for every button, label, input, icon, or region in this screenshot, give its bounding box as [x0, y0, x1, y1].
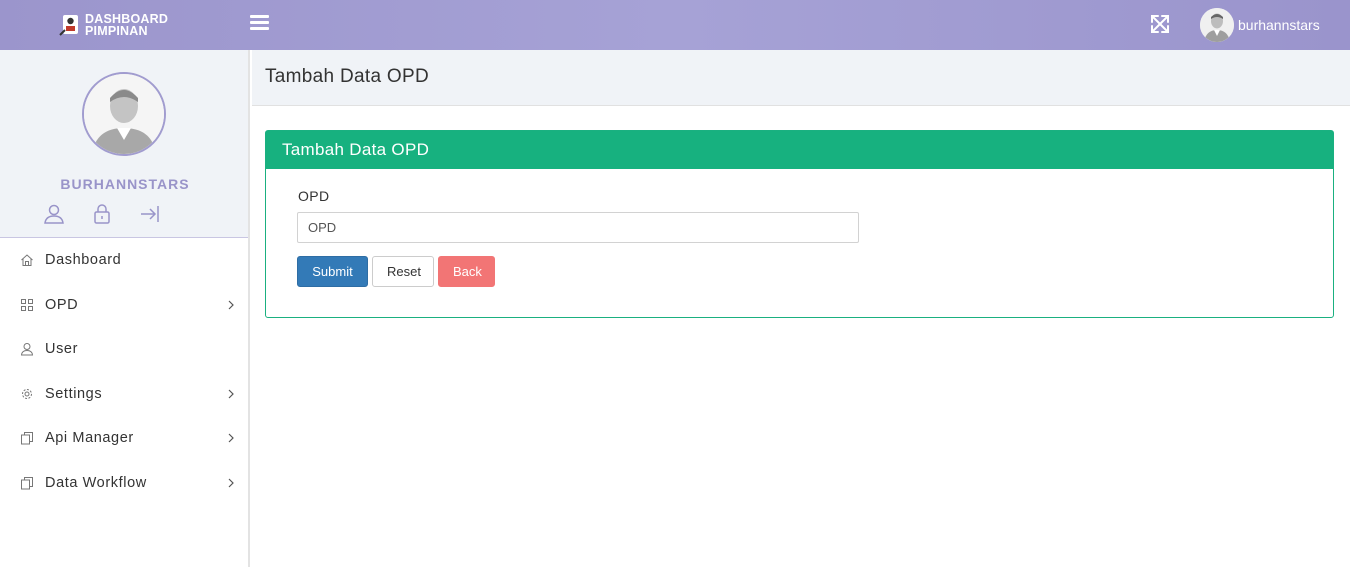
sidebar-item-label: Api Manager	[45, 430, 134, 447]
logo-badge-icon	[58, 13, 82, 37]
sidebar-item-label: Dashboard	[45, 252, 122, 269]
form-card: Tambah Data OPD OPD Submit Reset Back	[265, 130, 1334, 318]
sidebar-item-label: Settings	[45, 385, 103, 402]
lock-icon[interactable]	[90, 202, 114, 226]
app-logo[interactable]: DASHBOARD PIMPINAN	[58, 10, 168, 40]
logout-icon[interactable]	[138, 202, 162, 226]
opd-field-label: OPD	[298, 188, 330, 204]
sidebar-item-label: Data Workflow	[45, 474, 147, 491]
sidebar-item-label: User	[45, 341, 79, 358]
sidebar-item-user[interactable]: User	[0, 327, 248, 372]
sidebar-item-api-manager[interactable]: Api Manager	[0, 416, 248, 461]
reset-button[interactable]: Reset	[372, 256, 434, 287]
sidebar-item-dashboard[interactable]: Dashboard	[0, 238, 248, 283]
top-navbar: DASHBOARD PIMPINAN burhannstars	[0, 0, 1350, 50]
chevron-right-icon	[228, 389, 234, 398]
sidebar-item-settings[interactable]: Settings	[0, 372, 248, 417]
sidebar-menu: Dashboard OPD User Settings Api Manager …	[0, 238, 248, 505]
profile-name: BURHANNSTARS	[60, 176, 190, 192]
header-username: burhannstars	[1238, 17, 1320, 33]
submit-button[interactable]: Submit	[297, 256, 368, 287]
menu-toggle-icon[interactable]	[250, 15, 269, 31]
card-title: Tambah Data OPD	[266, 131, 1333, 169]
profile-user-icon[interactable]	[42, 202, 66, 226]
copy-icon	[21, 476, 33, 490]
home-icon	[21, 254, 33, 267]
copy-icon	[21, 432, 33, 445]
user-icon	[20, 343, 34, 356]
content-header: Tambah Data OPD	[252, 50, 1350, 106]
sidebar-item-opd[interactable]: OPD	[0, 283, 248, 328]
sidebar-item-label: OPD	[45, 296, 79, 313]
sidebar-item-data-workflow[interactable]: Data Workflow	[0, 461, 248, 506]
opd-input[interactable]	[297, 212, 859, 243]
grid-icon	[21, 298, 33, 311]
chevron-right-icon	[228, 433, 234, 443]
user-menu[interactable]: burhannstars	[1200, 8, 1320, 42]
chevron-right-icon	[228, 300, 234, 309]
fullscreen-icon[interactable]	[1148, 12, 1172, 36]
sidebar-profile: BURHANNSTARS	[0, 50, 248, 238]
chevron-right-icon	[228, 478, 234, 487]
gear-icon	[22, 388, 32, 399]
page-title: Tambah Data OPD	[265, 66, 429, 87]
logo-line-2: PIMPINAN	[85, 24, 148, 38]
avatar	[1200, 8, 1234, 42]
back-button[interactable]: Back	[438, 256, 495, 287]
sidebar: BURHANNSTARS Dashboard OPD User Settings…	[0, 50, 250, 567]
profile-avatar	[82, 72, 166, 156]
